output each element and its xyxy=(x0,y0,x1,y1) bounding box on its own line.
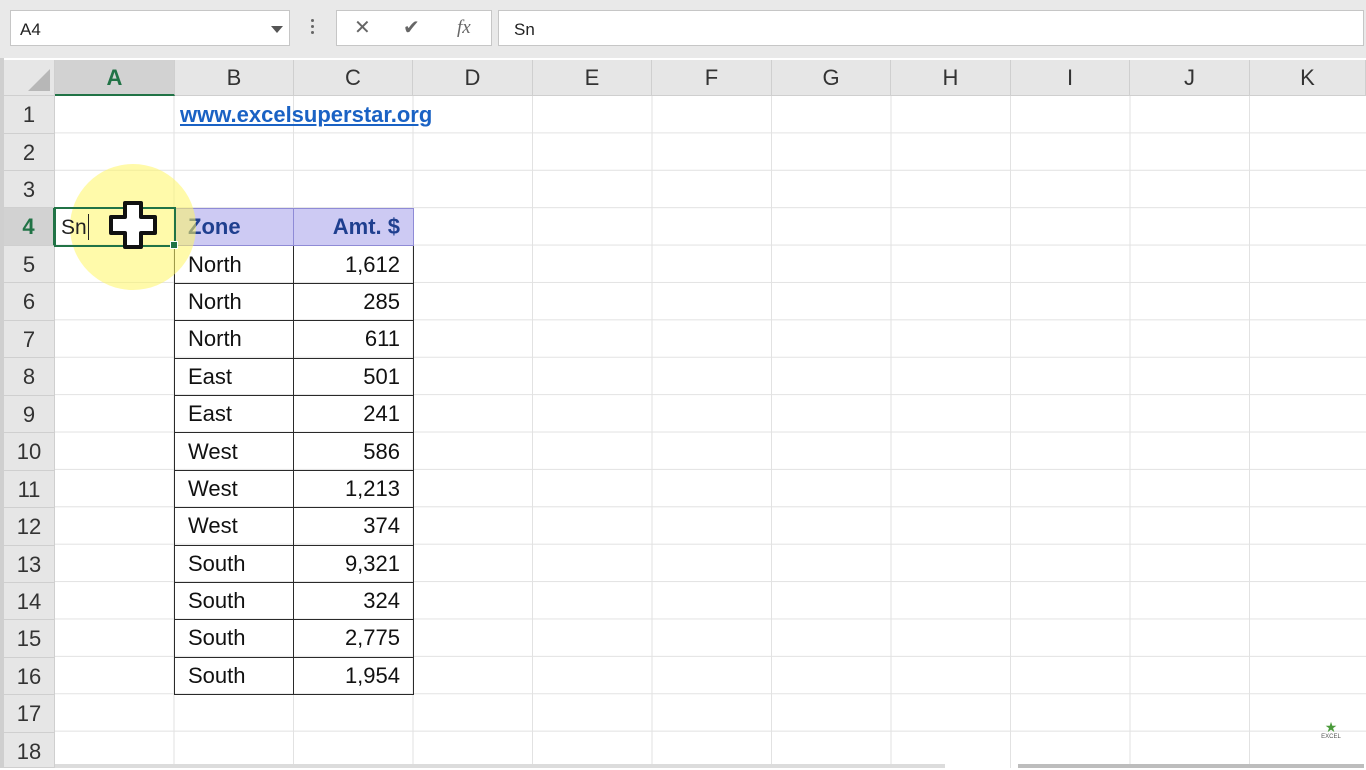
amount-cell[interactable]: 501 xyxy=(293,357,414,396)
watermark-text: EXCEL xyxy=(1321,734,1341,740)
horizontal-scrollbar[interactable] xyxy=(1018,764,1364,768)
column-header-b[interactable]: B xyxy=(175,60,294,96)
row-header-4[interactable]: 4 xyxy=(4,208,55,246)
table-row: South 9,321 xyxy=(174,544,414,583)
formula-value: Sn xyxy=(514,20,535,39)
amount-cell[interactable]: 1,213 xyxy=(293,469,414,509)
column-header-e[interactable]: E xyxy=(533,60,652,96)
row-header-3[interactable]: 3 xyxy=(4,171,55,208)
table-row: East 501 xyxy=(174,357,414,396)
row-header-1[interactable]: 1 xyxy=(4,96,55,134)
formula-buttons: ✕ ✔ fx xyxy=(336,10,492,46)
formula-input[interactable]: Sn xyxy=(498,10,1364,46)
column-header-k[interactable]: K xyxy=(1250,60,1366,96)
row-header-7[interactable]: 7 xyxy=(4,321,55,358)
zone-cell[interactable]: West xyxy=(174,507,294,546)
name-box[interactable]: A4 xyxy=(10,10,290,46)
row-header-10[interactable]: 10 xyxy=(4,433,55,471)
amount-cell[interactable]: 1,954 xyxy=(293,656,414,696)
column-header-h[interactable]: H xyxy=(891,60,1011,96)
zone-cell[interactable]: South xyxy=(174,656,294,696)
amount-cell[interactable]: 2,775 xyxy=(293,619,414,658)
zone-cell[interactable]: South xyxy=(174,544,294,583)
row-header-8[interactable]: 8 xyxy=(4,358,55,396)
crosshair-plus-icon xyxy=(109,201,157,249)
chevron-down-icon[interactable] xyxy=(271,26,283,33)
select-all-icon xyxy=(28,69,50,91)
zone-cell[interactable]: East xyxy=(174,394,294,434)
row-header-15[interactable]: 15 xyxy=(4,620,55,658)
table-row: East 241 xyxy=(174,394,414,434)
table-row: South 324 xyxy=(174,581,414,621)
name-box-value: A4 xyxy=(20,20,41,39)
table-row: South 2,775 xyxy=(174,619,414,658)
table-row: West 586 xyxy=(174,432,414,471)
table-row: North 285 xyxy=(174,282,414,322)
zone-cell[interactable]: North xyxy=(174,245,294,284)
zone-cell[interactable]: East xyxy=(174,357,294,396)
column-header-a[interactable]: A xyxy=(55,60,175,96)
table-row: West 1,213 xyxy=(174,469,414,509)
amount-cell[interactable]: 9,321 xyxy=(293,544,414,583)
row-header-14[interactable]: 14 xyxy=(4,583,55,620)
table-row: North 1,612 xyxy=(174,245,414,284)
table-row: South 1,954 xyxy=(174,656,414,696)
row-header-12[interactable]: 12 xyxy=(4,508,55,546)
zone-cell[interactable]: North xyxy=(174,320,294,359)
zone-cell[interactable]: North xyxy=(174,282,294,322)
excel-superstar-logo-icon: ★ EXCEL xyxy=(1316,720,1346,750)
table-row: North 611 xyxy=(174,320,414,359)
zone-cell[interactable]: South xyxy=(174,619,294,658)
fill-handle[interactable] xyxy=(170,241,178,249)
amount-cell[interactable]: 241 xyxy=(293,394,414,434)
table-header-row: Zone Amt. $ xyxy=(174,207,414,247)
column-header-f[interactable]: F xyxy=(652,60,772,96)
cell-a4-text: Sn xyxy=(61,216,87,239)
zone-cell[interactable]: West xyxy=(174,432,294,471)
column-header-c[interactable]: C xyxy=(294,60,413,96)
table-header-amount[interactable]: Amt. $ xyxy=(293,207,414,247)
amount-cell[interactable]: 586 xyxy=(293,432,414,471)
column-header-g[interactable]: G xyxy=(772,60,891,96)
column-header-d[interactable]: D xyxy=(413,60,533,96)
row-header-11[interactable]: 11 xyxy=(4,471,55,508)
row-header-18[interactable]: 18 xyxy=(4,733,55,768)
row-header-6[interactable]: 6 xyxy=(4,283,55,321)
row-header-5[interactable]: 5 xyxy=(4,246,55,283)
row-header-9[interactable]: 9 xyxy=(4,396,55,433)
formula-toolbar: A4 ✕ ✔ fx Sn xyxy=(0,0,1366,58)
table-row: West 374 xyxy=(174,507,414,546)
website-link[interactable]: www.excelsuperstar.org xyxy=(180,102,432,128)
amount-cell[interactable]: 374 xyxy=(293,507,414,546)
more-options-icon[interactable] xyxy=(309,16,315,40)
amount-cell[interactable]: 324 xyxy=(293,581,414,621)
amount-cell[interactable]: 285 xyxy=(293,282,414,322)
column-header-i[interactable]: I xyxy=(1011,60,1130,96)
sheet-tabs-area xyxy=(55,764,945,768)
insert-function-icon[interactable]: fx xyxy=(457,17,471,39)
amount-cell[interactable]: 1,612 xyxy=(293,245,414,284)
text-caret xyxy=(88,214,89,240)
select-all-button[interactable] xyxy=(4,60,55,96)
amount-cell[interactable]: 611 xyxy=(293,320,414,359)
row-header-17[interactable]: 17 xyxy=(4,695,55,733)
row-header-16[interactable]: 16 xyxy=(4,658,55,695)
row-header-13[interactable]: 13 xyxy=(4,546,55,583)
data-table: Zone Amt. $ North 1,612 North 285 North 611… xyxy=(174,207,414,696)
zone-cell[interactable]: West xyxy=(174,469,294,509)
cancel-icon[interactable]: ✕ xyxy=(354,17,371,39)
zone-cell[interactable]: South xyxy=(174,581,294,621)
column-header-j[interactable]: J xyxy=(1130,60,1250,96)
enter-icon[interactable]: ✔ xyxy=(403,17,420,39)
row-header-2[interactable]: 2 xyxy=(4,134,55,171)
